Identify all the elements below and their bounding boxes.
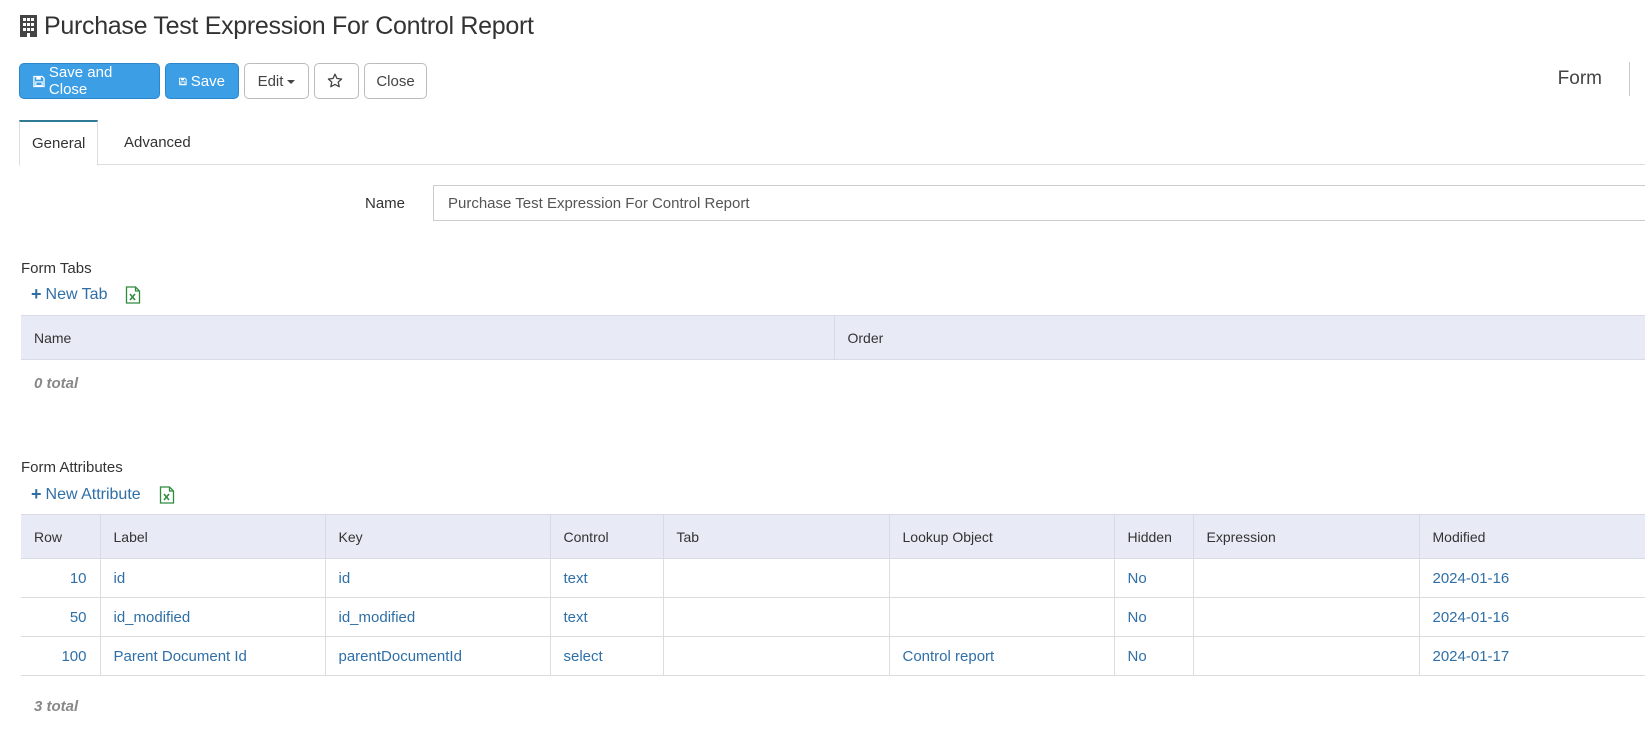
- plus-icon: +: [31, 284, 42, 304]
- cell-tab[interactable]: [663, 636, 890, 676]
- column-header-row[interactable]: Row: [21, 514, 101, 559]
- column-header-control[interactable]: Control: [550, 514, 664, 559]
- column-header-modified[interactable]: Modified: [1419, 514, 1645, 559]
- page-title-text: Purchase Test Expression For Control Rep…: [44, 11, 534, 40]
- cell-key[interactable]: parentDocumentId: [325, 636, 551, 676]
- new-tab-label: New Tab: [45, 285, 108, 303]
- save-label: Save: [190, 72, 225, 90]
- edit-label: Edit: [257, 72, 284, 90]
- plus-icon: +: [31, 484, 42, 504]
- new-attribute-link[interactable]: + New Attribute: [31, 484, 141, 505]
- cell-label[interactable]: id: [100, 558, 326, 598]
- tab-advanced[interactable]: Advanced: [112, 120, 203, 165]
- column-header-expression[interactable]: Expression: [1193, 514, 1420, 559]
- cell-modified[interactable]: 2024-01-17: [1419, 636, 1645, 676]
- form-attributes-table: Row Label Key Control Tab Lookup Object …: [21, 514, 1645, 676]
- cell-row[interactable]: 50: [21, 597, 101, 637]
- name-label: Name: [364, 194, 405, 212]
- form-attributes-total: 3 total: [34, 698, 79, 715]
- cell-lookup-object[interactable]: [889, 558, 1115, 598]
- cell-lookup-object[interactable]: [889, 597, 1115, 637]
- page-title: Purchase Test Expression For Control Rep…: [19, 8, 534, 44]
- form-attributes-actions: + New Attribute: [31, 484, 175, 505]
- column-header-key[interactable]: Key: [325, 514, 551, 559]
- column-header-name[interactable]: Name: [21, 315, 835, 360]
- star-icon: [327, 73, 342, 88]
- cell-expression[interactable]: [1193, 636, 1420, 676]
- table-header-row: Name Order: [21, 315, 1645, 360]
- form-tabs-actions: + New Tab: [31, 284, 141, 305]
- column-header-order[interactable]: Order: [834, 315, 1645, 360]
- save-button[interactable]: Save: [165, 63, 239, 99]
- cell-row[interactable]: 100: [21, 636, 101, 676]
- cell-hidden[interactable]: No: [1114, 597, 1194, 637]
- cell-control[interactable]: text: [550, 597, 664, 637]
- table-row[interactable]: 50 id_modified id_modified text No 2024-…: [21, 597, 1645, 637]
- cell-tab[interactable]: [663, 558, 890, 598]
- cell-control[interactable]: text: [550, 558, 664, 598]
- save-and-close-button[interactable]: Save and Close: [19, 63, 160, 99]
- divider: [1629, 62, 1630, 96]
- building-icon: [19, 14, 38, 38]
- favorite-button[interactable]: [314, 63, 359, 99]
- column-header-label[interactable]: Label: [100, 514, 326, 559]
- column-header-hidden[interactable]: Hidden: [1114, 514, 1194, 559]
- close-label: Close: [376, 72, 415, 90]
- form-tabs-title: Form Tabs: [21, 260, 92, 277]
- floppy-disk-icon: [179, 77, 187, 85]
- table-header-row: Row Label Key Control Tab Lookup Object …: [21, 514, 1645, 559]
- cell-label[interactable]: id_modified: [100, 597, 326, 637]
- form-type-label: Form: [1557, 68, 1602, 89]
- floppy-disk-icon: [33, 75, 45, 87]
- column-header-lookup-object[interactable]: Lookup Object: [889, 514, 1115, 559]
- cell-expression[interactable]: [1193, 558, 1420, 598]
- excel-export-icon[interactable]: [125, 285, 141, 304]
- table-row[interactable]: 100 Parent Document Id parentDocumentId …: [21, 636, 1645, 676]
- cell-hidden[interactable]: No: [1114, 636, 1194, 676]
- cell-modified[interactable]: 2024-01-16: [1419, 597, 1645, 637]
- tab-bar: General Advanced: [19, 120, 1645, 166]
- cell-hidden[interactable]: No: [1114, 558, 1194, 598]
- name-row: Name: [0, 185, 1645, 221]
- cell-lookup-object[interactable]: Control report: [889, 636, 1115, 676]
- table-row[interactable]: 10 id id text No 2024-01-16: [21, 558, 1645, 598]
- cell-modified[interactable]: 2024-01-16: [1419, 558, 1645, 598]
- cell-row[interactable]: 10: [21, 558, 101, 598]
- caret-down-icon: [287, 80, 296, 84]
- close-button[interactable]: Close: [364, 63, 427, 99]
- toolbar: Save and Close Save Edit Close: [19, 63, 427, 99]
- edit-dropdown-button[interactable]: Edit: [244, 63, 309, 99]
- form-tabs-total: 0 total: [34, 375, 79, 392]
- form-tabs-table: Name Order: [21, 315, 1645, 360]
- cell-tab[interactable]: [663, 597, 890, 637]
- new-attribute-label: New Attribute: [45, 485, 141, 503]
- save-and-close-label: Save and Close: [48, 64, 113, 98]
- form-attributes-title: Form Attributes: [21, 459, 123, 476]
- cell-control[interactable]: select: [550, 636, 664, 676]
- tab-general[interactable]: General: [19, 120, 99, 166]
- name-input[interactable]: [433, 185, 1645, 221]
- cell-key[interactable]: id: [325, 558, 551, 598]
- excel-export-icon[interactable]: [159, 485, 175, 504]
- cell-key[interactable]: id_modified: [325, 597, 551, 637]
- column-header-tab[interactable]: Tab: [663, 514, 890, 559]
- new-tab-link[interactable]: + New Tab: [31, 284, 107, 305]
- cell-label[interactable]: Parent Document Id: [100, 636, 326, 676]
- cell-expression[interactable]: [1193, 597, 1420, 637]
